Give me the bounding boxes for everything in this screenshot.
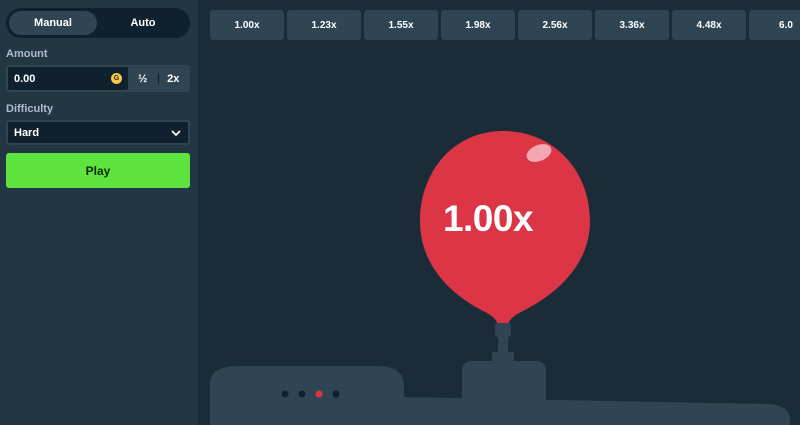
pump-nozzle-neck [495, 323, 511, 337]
pump-tower [462, 361, 546, 425]
half-amount-button[interactable]: ½ [128, 67, 158, 90]
play-button[interactable]: Play [6, 153, 190, 188]
balloon-multiplier-label: 1.00x [442, 198, 534, 239]
difficulty-value: Hard [14, 126, 40, 139]
pump-dot [315, 390, 323, 398]
chevron-down-icon [171, 130, 181, 136]
pump-dot [332, 390, 340, 398]
difficulty-select[interactable]: Hard [6, 120, 190, 145]
tab-auto[interactable]: Auto [99, 11, 187, 35]
amount-label: Amount [6, 48, 48, 60]
tab-manual[interactable]: Manual [9, 11, 97, 35]
pump-nozzle-cap [492, 352, 514, 361]
difficulty-label: Difficulty [6, 103, 54, 115]
double-amount-button[interactable]: 2x [159, 67, 189, 90]
pump-dot [281, 390, 289, 398]
amount-input[interactable]: 0.00 G [8, 67, 128, 90]
pump-dot [298, 390, 306, 398]
currency-coin-icon: G [111, 73, 122, 84]
mode-toggle: Manual Auto [6, 8, 190, 38]
control-sidebar: Manual Auto Amount 0.00 G ½ 2x Difficult… [0, 0, 198, 425]
game-area: 1.00x 1.23x 1.55x 1.98x 2.56x 3.36x 4.48… [198, 0, 800, 425]
amount-field-group: 0.00 G ½ 2x [6, 65, 190, 92]
amount-value: 0.00 [14, 72, 36, 85]
